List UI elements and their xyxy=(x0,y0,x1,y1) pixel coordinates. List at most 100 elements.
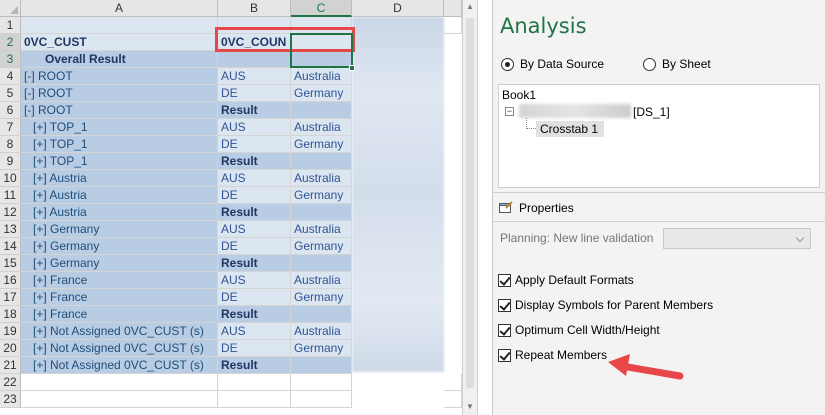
checkbox-apply-default-formats[interactable]: Apply Default Formats xyxy=(498,273,634,287)
row-header-20[interactable]: 20 xyxy=(0,340,21,357)
cell-c6[interactable] xyxy=(291,102,352,119)
cell-b6[interactable]: Result xyxy=(218,102,291,119)
row-header-12[interactable]: 12 xyxy=(0,204,21,221)
row-header-17[interactable]: 17 xyxy=(0,289,21,306)
empty-cell[interactable] xyxy=(444,17,462,34)
cell-b3[interactable] xyxy=(218,51,291,68)
row-header-7[interactable]: 7 xyxy=(0,119,21,136)
cell-c12[interactable] xyxy=(291,204,352,221)
properties-header[interactable]: Properties xyxy=(493,192,825,222)
cell-a14[interactable]: [+] Germany xyxy=(21,238,218,255)
spreadsheet-grid[interactable]: A B C D 1 2 3 4 5 6 7 8 9 10 11 12 13 14 15 16 17 18 19 20 2… xyxy=(0,0,462,415)
row-header-4[interactable]: 4 xyxy=(0,68,21,85)
checkbox-display-symbols[interactable]: Display Symbols for Parent Members xyxy=(498,298,713,312)
select-all-corner[interactable] xyxy=(0,0,21,17)
empty-cell[interactable] xyxy=(444,374,462,391)
cell-c4[interactable]: Australia xyxy=(291,68,352,85)
cell-c18[interactable] xyxy=(291,306,352,323)
cell-b18[interactable]: Result xyxy=(218,306,291,323)
column-header-b[interactable]: B xyxy=(218,0,291,17)
row-header-23[interactable]: 23 xyxy=(0,391,21,408)
cell-c21[interactable] xyxy=(291,357,352,374)
cell-a19[interactable]: [+] Not Assigned 0VC_CUST (s) xyxy=(21,323,218,340)
cell-a17[interactable]: [+] France xyxy=(21,289,218,306)
row-header-19[interactable]: 19 xyxy=(0,323,21,340)
checkbox-repeat-members[interactable]: Repeat Members xyxy=(498,348,607,362)
cell-b16[interactable]: AUS xyxy=(218,272,291,289)
tree-root-book1[interactable]: Book1 xyxy=(502,88,536,102)
cell-b9[interactable]: Result xyxy=(218,153,291,170)
checkbox-optimum-cell-width[interactable]: Optimum Cell Width/Height xyxy=(498,323,660,337)
scroll-up-icon[interactable]: ▲ xyxy=(466,2,474,11)
checkbox-checked-icon[interactable] xyxy=(498,348,511,362)
tree-crosstab-1[interactable]: Crosstab 1 xyxy=(540,122,598,136)
cell-b17[interactable]: DE xyxy=(218,289,291,306)
row-header-16[interactable]: 16 xyxy=(0,272,21,289)
planning-validation-select[interactable] xyxy=(663,228,811,249)
cell-c15[interactable] xyxy=(291,255,352,272)
row-header-10[interactable]: 10 xyxy=(0,170,21,187)
cell-a20[interactable]: [+] Not Assigned 0VC_CUST (s) xyxy=(21,340,218,357)
row-header-3[interactable]: 3 xyxy=(0,51,21,68)
radio-unselected-icon[interactable] xyxy=(643,57,656,71)
row-header-8[interactable]: 8 xyxy=(0,136,21,153)
cell-c5[interactable]: Germany xyxy=(291,85,352,102)
checkbox-checked-icon[interactable] xyxy=(498,273,511,287)
scroll-down-icon[interactable]: ▼ xyxy=(466,402,474,411)
row-header-13[interactable]: 13 xyxy=(0,221,21,238)
cell-c16[interactable]: Australia xyxy=(291,272,352,289)
cell-a4[interactable]: [-] ROOT xyxy=(21,68,218,85)
column-header-a[interactable]: A xyxy=(21,0,218,17)
cell-a3[interactable]: Overall Result xyxy=(21,51,218,68)
cell-c9[interactable] xyxy=(291,153,352,170)
cell-a7[interactable]: [+] TOP_1 xyxy=(21,119,218,136)
row-header-9[interactable]: 9 xyxy=(0,153,21,170)
cell-a13[interactable]: [+] Germany xyxy=(21,221,218,238)
cell-b5[interactable]: DE xyxy=(218,85,291,102)
cell-a5[interactable]: [-] ROOT xyxy=(21,85,218,102)
cell-c11[interactable]: Germany xyxy=(291,187,352,204)
cell-b12[interactable]: Result xyxy=(218,204,291,221)
row-header-22[interactable]: 22 xyxy=(0,374,21,391)
row-header-6[interactable]: 6 xyxy=(0,102,21,119)
cell-a12[interactable]: [+] Austria xyxy=(21,204,218,221)
tree-collapse-icon[interactable]: − xyxy=(505,107,514,116)
cell-c14[interactable]: Germany xyxy=(291,238,352,255)
row-header-11[interactable]: 11 xyxy=(0,187,21,204)
sheet-vertical-scrollbar[interactable]: ▲ ▼ xyxy=(462,0,478,415)
row-header-1[interactable]: 1 xyxy=(0,17,21,34)
cell-c20[interactable]: Germany xyxy=(291,340,352,357)
navigation-tree[interactable]: Book1 − [DS_1] Crosstab 1 xyxy=(498,84,820,188)
cell-c13[interactable]: Australia xyxy=(291,221,352,238)
row-header-18[interactable]: 18 xyxy=(0,306,21,323)
cell-a15[interactable]: [+] Germany xyxy=(21,255,218,272)
checkbox-checked-icon[interactable] xyxy=(498,298,511,312)
empty-cell[interactable] xyxy=(291,374,352,391)
fill-handle[interactable] xyxy=(349,65,355,71)
empty-cell[interactable] xyxy=(218,391,291,408)
radio-by-data-source[interactable]: By Data Source xyxy=(501,56,604,72)
cell-a18[interactable]: [+] France xyxy=(21,306,218,323)
cell-b15[interactable]: Result xyxy=(218,255,291,272)
row-header-2[interactable]: 2 xyxy=(0,34,21,51)
cell-a9[interactable]: [+] TOP_1 xyxy=(21,153,218,170)
row-header-15[interactable]: 15 xyxy=(0,255,21,272)
cell-b8[interactable]: DE xyxy=(218,136,291,153)
cell-a8[interactable]: [+] TOP_1 xyxy=(21,136,218,153)
cell-b14[interactable]: DE xyxy=(218,238,291,255)
empty-cell[interactable] xyxy=(444,391,462,408)
cell-b7[interactable]: AUS xyxy=(218,119,291,136)
radio-by-sheet[interactable]: By Sheet xyxy=(643,56,711,72)
column-header-d[interactable]: D xyxy=(352,0,444,17)
cell-c8[interactable]: Germany xyxy=(291,136,352,153)
cell-row1[interactable] xyxy=(21,17,218,34)
cell-b10[interactable]: AUS xyxy=(218,170,291,187)
cell-a6[interactable]: [-] ROOT xyxy=(21,102,218,119)
row-header-5[interactable]: 5 xyxy=(0,85,21,102)
cell-a16[interactable]: [+] France xyxy=(21,272,218,289)
cell-b21[interactable]: Result xyxy=(218,357,291,374)
column-header-e[interactable] xyxy=(444,0,462,17)
row-header-21[interactable]: 21 xyxy=(0,357,21,374)
row-header-14[interactable]: 14 xyxy=(0,238,21,255)
cell-b11[interactable]: DE xyxy=(218,187,291,204)
